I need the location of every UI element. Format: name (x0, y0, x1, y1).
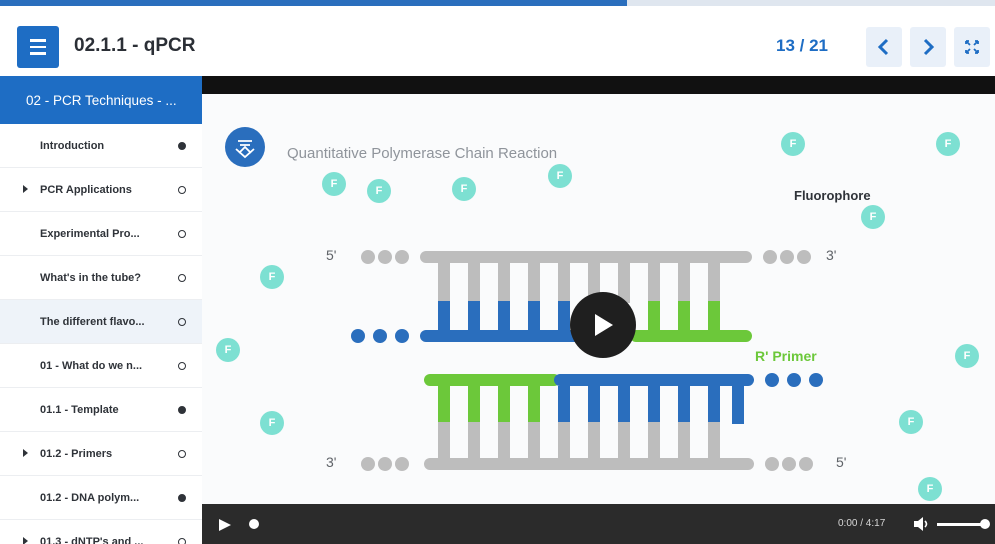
sidebar-item-label: PCR Applications (40, 183, 132, 196)
sidebar-item[interactable]: 01.3 - dNTP's and ... (0, 520, 202, 544)
sidebar-item-label: 01.2 - DNA polym... (40, 491, 140, 504)
sidebar-item[interactable]: 01 - What do we n... (0, 344, 202, 388)
video-top-bar (202, 76, 995, 94)
blue-strand-dots (351, 329, 409, 343)
sidebar-section-header[interactable]: 02 - PCR Techniques - ... (0, 76, 202, 124)
complete-status-icon (178, 406, 186, 414)
fluorophore-label: Fluorophore (794, 188, 871, 203)
hamburger-icon (30, 39, 46, 42)
sidebar-nav-list: Introduction PCR Applications Experimental… (0, 124, 202, 544)
incomplete-status-icon (178, 450, 186, 458)
expand-caret-icon[interactable] (23, 449, 28, 457)
sidebar-item-label: Experimental Pro... (40, 227, 140, 240)
play-overlay-button[interactable] (570, 292, 636, 358)
fluorophore-marker: F (861, 205, 885, 229)
incomplete-status-icon (178, 362, 186, 370)
blue-lower-dots (765, 373, 823, 387)
bottom-right-end-label: 5' (836, 454, 847, 470)
sidebar-item[interactable]: Experimental Pro... (0, 212, 202, 256)
fluorophore-marker: F (781, 132, 805, 156)
next-page-button[interactable] (910, 27, 946, 67)
chevron-right-icon (923, 38, 935, 56)
expand-icon (965, 40, 979, 54)
bottom-strand-backbone (424, 458, 754, 470)
fluorophore-marker: F (260, 411, 284, 435)
top-right-end-label: 3' (826, 247, 837, 263)
sidebar-item-label: What's in the tube? (40, 271, 141, 284)
blue-lower-backbone (554, 374, 754, 386)
sidebar-item[interactable]: PCR Applications (0, 168, 202, 212)
control-play-button[interactable] (218, 518, 232, 537)
fluorophore-marker: F (918, 477, 942, 501)
fullscreen-button[interactable] (954, 27, 990, 67)
lesson-sidebar: 02 - PCR Techniques - ... Introduction PC… (0, 76, 202, 544)
hamburger-icon (30, 45, 46, 49)
page-counter: 13 / 21 (776, 36, 828, 55)
sidebar-item[interactable]: Introduction (0, 124, 202, 168)
play-icon (595, 314, 613, 336)
incomplete-status-icon (178, 186, 186, 194)
fluorophore-marker: F (936, 132, 960, 156)
fluorophore-marker: F (367, 179, 391, 203)
sidebar-item[interactable]: 01.1 - Template (0, 388, 202, 432)
chevron-left-icon (877, 38, 889, 56)
incomplete-status-icon (178, 274, 186, 282)
play-icon (219, 519, 231, 531)
volume-handle[interactable] (980, 519, 990, 529)
lesson-title: 02.1.1 - qPCR (74, 35, 196, 56)
sidebar-item-label: 01.2 - Primers (40, 447, 113, 460)
top-header: 02.1.1 - qPCR 13 / 21 (0, 6, 995, 76)
sidebar-item-label: 01.3 - dNTP's and ... (40, 535, 144, 544)
top-left-end-label: 5' (326, 247, 337, 263)
incomplete-status-icon (178, 318, 186, 326)
volume-icon (914, 517, 928, 531)
sidebar-item[interactable]: 01.2 - Primers (0, 432, 202, 476)
seek-handle[interactable] (249, 519, 259, 529)
fluorophore-marker: F (216, 338, 240, 362)
fluorophore-marker: F (955, 344, 979, 368)
fluorophore-marker: F (322, 172, 346, 196)
time-display: 0:00 / 4:17 (838, 518, 886, 529)
top-strand-backbone (420, 251, 752, 263)
volume-button[interactable] (913, 516, 931, 537)
green-primer-backbone (630, 330, 752, 342)
volume-slider[interactable] (937, 523, 985, 526)
video-player: Quantitative Polymerase Chain Reaction 5… (202, 76, 995, 544)
hamburger-icon (30, 52, 46, 55)
sidebar-item-label: 01 - What do we n... (40, 359, 143, 372)
incomplete-status-icon (178, 230, 186, 238)
fluorophore-marker: F (452, 177, 476, 201)
complete-status-icon (178, 494, 186, 502)
blue-lower-bases (558, 386, 744, 424)
fluorophore-marker: F (899, 410, 923, 434)
expand-caret-icon[interactable] (23, 185, 28, 193)
fluorophore-marker: F (260, 265, 284, 289)
sidebar-item-label: Introduction (40, 139, 105, 152)
green-lower-bases (438, 386, 540, 424)
green-lower-backbone (424, 374, 560, 386)
fluorophore-marker: F (548, 164, 572, 188)
expand-caret-icon[interactable] (23, 537, 28, 544)
r-primer-label: R' Primer (755, 348, 817, 364)
qpcr-lesson-screen: 02.1.1 - qPCR 13 / 21 02 - PCR Technique… (0, 0, 995, 544)
bottom-left-end-label: 3' (326, 454, 337, 470)
sidebar-item-label: The different flavo... (40, 315, 145, 328)
menu-button[interactable] (17, 26, 59, 68)
bottom-strand-bases (438, 422, 720, 462)
sidebar-item[interactable]: What's in the tube? (0, 256, 202, 300)
incomplete-status-icon (178, 538, 186, 544)
video-controls: 0:00 / 4:17 (202, 504, 995, 544)
top-strand-bases (438, 263, 720, 303)
video-frame[interactable]: Quantitative Polymerase Chain Reaction 5… (202, 94, 995, 504)
sidebar-item[interactable]: 01.2 - DNA polym... (0, 476, 202, 520)
previous-page-button[interactable] (866, 27, 902, 67)
sidebar-item-label: 01.1 - Template (40, 403, 119, 416)
sidebar-item[interactable]: The different flavo... (0, 300, 202, 344)
complete-status-icon (178, 142, 186, 150)
